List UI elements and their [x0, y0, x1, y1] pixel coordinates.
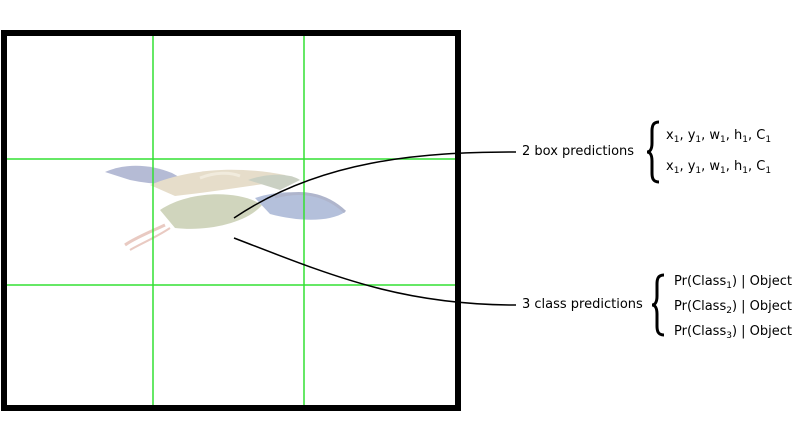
box-prediction-row: x1, y1, w1, h1, C1	[666, 128, 772, 145]
class-prediction-row: Pr(Class2) | Object	[674, 299, 793, 316]
class-prediction-row: Pr(Class3) | Object	[674, 324, 793, 341]
box-prediction-row: x1, y1, w1, h1, C1	[666, 159, 772, 176]
box-predictions-label: 2 box predictions	[522, 144, 635, 159]
class-prediction-row: Pr(Class1) | Object	[674, 274, 793, 291]
class-brace	[651, 273, 665, 337]
flying-bird-icon	[105, 165, 347, 251]
class-connector-curve	[233, 237, 517, 306]
box-brace	[646, 120, 660, 184]
class-predictions-label: 3 class predictions	[522, 297, 643, 312]
yolo-grid-diagram	[1, 30, 665, 411]
